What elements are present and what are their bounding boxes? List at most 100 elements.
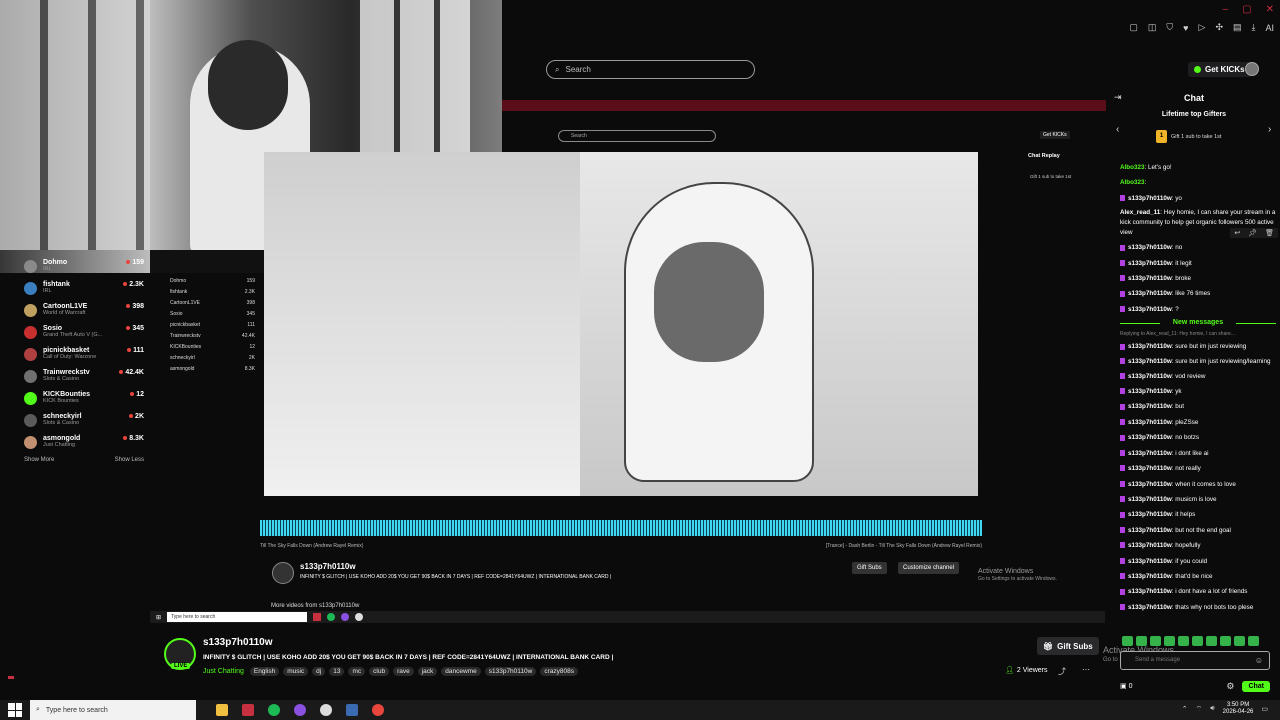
chat-send-button[interactable]: Chat	[1242, 680, 1270, 692]
stream-tag[interactable]: dancewme	[441, 667, 481, 676]
chat-username[interactable]: s133p7h0110w	[1128, 275, 1172, 282]
close-button[interactable]: ✕	[1266, 4, 1274, 15]
chat-username[interactable]: s133p7h0110w	[1128, 558, 1172, 565]
network-icon[interactable]: ⌔	[1196, 705, 1203, 714]
show-less-button[interactable]: Show Less	[115, 457, 144, 463]
taskbar-search[interactable]: ⌕ Type here to search	[30, 700, 196, 720]
chat-message[interactable]: s133p7h0110w: sure but im just reviewing…	[1120, 355, 1276, 369]
sidebar-channel-item[interactable]: picnickbasket Call of Duty: Warzone 111	[24, 343, 144, 365]
reply-icon[interactable]: ↩	[1234, 229, 1240, 237]
chat-message[interactable]: s133p7h0110w: no botzs	[1120, 430, 1276, 445]
emote-icon[interactable]	[1192, 636, 1203, 646]
chat-message[interactable]: s133p7h0110w: broke	[1120, 271, 1276, 286]
stream-tag[interactable]: crazy808s	[540, 667, 578, 676]
extension-icon[interactable]: ◫	[1148, 22, 1157, 33]
chat-message[interactable]: s133p7h0110w: yk	[1120, 384, 1276, 399]
app-icon[interactable]	[242, 704, 254, 716]
chat-message[interactable]: s133p7h0110w: but not the end goal	[1120, 523, 1276, 538]
sidebar-channel-item[interactable]: asmongold Just Chatting 8.3K	[24, 431, 144, 453]
windows-start-icon[interactable]	[8, 703, 22, 717]
chat-username[interactable]: s133p7h0110w	[1128, 588, 1172, 595]
chat-username[interactable]: s133p7h0110w	[1128, 542, 1172, 549]
chat-username[interactable]: Albo323	[1120, 164, 1145, 171]
stream-tag[interactable]: dj	[312, 667, 326, 676]
chat-message[interactable]: s133p7h0110w: when it comes to love	[1120, 477, 1276, 492]
chat-username[interactable]: s133p7h0110w	[1128, 358, 1172, 365]
channel-points[interactable]: ▣ 0	[1120, 682, 1132, 690]
audio-waveform[interactable]	[260, 520, 982, 536]
heart-icon[interactable]: ♥	[1183, 23, 1188, 33]
chat-message[interactable]: s133p7h0110w: yo	[1120, 191, 1276, 206]
emote-icon[interactable]	[1178, 636, 1189, 646]
emote-icon[interactable]	[1220, 636, 1231, 646]
chat-message[interactable]: s133p7h0110w: like 76 times	[1120, 286, 1276, 301]
chat-message[interactable]: s133p7h0110w: i dont have a lot of frien…	[1120, 584, 1276, 599]
chat-username[interactable]: s133p7h0110w	[1128, 496, 1172, 503]
chat-username[interactable]: Albo323	[1120, 179, 1145, 186]
chat-message[interactable]: Albo323:	[1120, 175, 1276, 190]
stream-tag[interactable]: club	[369, 667, 390, 676]
chat-message[interactable]: s133p7h0110w: musicm is love	[1120, 492, 1276, 507]
chat-message[interactable]: s133p7h0110w: pleZSse	[1120, 415, 1276, 430]
chat-username[interactable]: s133p7h0110w	[1128, 306, 1172, 313]
chat-username[interactable]: s133p7h0110w	[1128, 573, 1172, 580]
chat-username[interactable]: s133p7h0110w	[1128, 527, 1172, 534]
streamer-name[interactable]: s133p7h0110w	[203, 637, 273, 648]
share-icon[interactable]: ⤴	[1058, 666, 1066, 677]
emote-icon[interactable]	[1248, 636, 1259, 646]
sidebar-channel-item[interactable]: Dohmo IRL 159	[24, 255, 144, 277]
chat-message[interactable]: s133p7h0110w: it helps	[1120, 507, 1276, 522]
chat-username[interactable]: s133p7h0110w	[1128, 604, 1172, 611]
obs-icon[interactable]	[294, 704, 306, 716]
user-avatar[interactable]	[1245, 62, 1259, 76]
chat-message[interactable]: s133p7h0110w: it legit	[1120, 256, 1276, 271]
search-input[interactable]: ⌕ Search	[546, 60, 755, 79]
chat-username[interactable]: s133p7h0110w	[1128, 244, 1172, 251]
emote-icon[interactable]	[1122, 636, 1133, 646]
chat-message[interactable]: s133p7h0110w: i dont like ai	[1120, 446, 1276, 461]
spotify-icon[interactable]	[268, 704, 280, 716]
pin-icon[interactable]: 📌︎	[1248, 229, 1257, 237]
chat-username[interactable]: s133p7h0110w	[1128, 260, 1172, 267]
chat-username[interactable]: s133p7h0110w	[1128, 465, 1172, 472]
chat-username[interactable]: s133p7h0110w	[1128, 195, 1172, 202]
stream-tag[interactable]: s133p7h0110w	[484, 667, 537, 676]
chat-username[interactable]: s133p7h0110w	[1128, 450, 1172, 457]
chat-message[interactable]: s133p7h0110w: but	[1120, 399, 1276, 414]
chat-message[interactable]: Albo323: Let's go!	[1120, 160, 1276, 175]
get-kicks-button[interactable]: Get KICKs	[1188, 62, 1251, 77]
sidebar-channel-item[interactable]: schneckyirl Slots & Casino 2K	[24, 409, 144, 431]
clock[interactable]: 3:50 PM 2026-04-26	[1223, 702, 1254, 716]
emote-icon[interactable]	[1150, 636, 1161, 646]
chat-message[interactable]: s133p7h0110w: if you could	[1120, 554, 1276, 569]
chat-username[interactable]: Alex_read_11	[1120, 209, 1160, 216]
chevron-right-icon[interactable]: ›	[1268, 124, 1271, 135]
chat-message[interactable]: s133p7h0110w: ?	[1120, 302, 1276, 317]
chat-message[interactable]: s133p7h0110w: thats why not bots too ple…	[1120, 600, 1276, 615]
file-explorer-icon[interactable]	[216, 704, 228, 716]
sidebar-channel-item[interactable]: Sosio Grand Theft Auto V (G... 345	[24, 321, 144, 343]
emote-icon[interactable]	[1136, 636, 1147, 646]
chat-message[interactable]: s133p7h0110w: no	[1120, 240, 1276, 255]
sidebar-icon[interactable]: ▤	[1233, 22, 1242, 33]
gift-subs-button[interactable]: 🎁︎ Gift Subs	[1037, 637, 1099, 655]
download-icon[interactable]: ⤓	[1252, 22, 1256, 33]
sidebar-channel-item[interactable]: Trainwreckstv Slots & Casino 42.4K	[24, 365, 144, 387]
minimize-button[interactable]: –	[1223, 4, 1229, 15]
gifter-slot[interactable]: 1 Gift 1 sub to take 1st	[1156, 130, 1221, 143]
stream-tag[interactable]: rave	[393, 667, 414, 676]
chat-username[interactable]: s133p7h0110w	[1128, 403, 1172, 410]
chrome-icon[interactable]	[320, 704, 332, 716]
app-icon[interactable]	[346, 704, 358, 716]
chat-username[interactable]: s133p7h0110w	[1128, 511, 1172, 518]
delete-icon[interactable]: 🗑︎	[1265, 229, 1274, 237]
emote-icon[interactable]	[1234, 636, 1245, 646]
chat-message[interactable]: s133p7h0110w: not really	[1120, 461, 1276, 476]
stream-tag[interactable]: 13	[329, 667, 345, 676]
emote-icon[interactable]	[1206, 636, 1217, 646]
chat-message[interactable]: s133p7h0110w: that'd be nice	[1120, 569, 1276, 584]
chat-username[interactable]: s133p7h0110w	[1128, 290, 1172, 297]
sidebar-channel-item[interactable]: fishtank IRL 2.3K	[24, 277, 144, 299]
chevron-up-icon[interactable]: ⌃	[1182, 705, 1188, 713]
notifications-icon[interactable]: ▭	[1261, 705, 1268, 713]
